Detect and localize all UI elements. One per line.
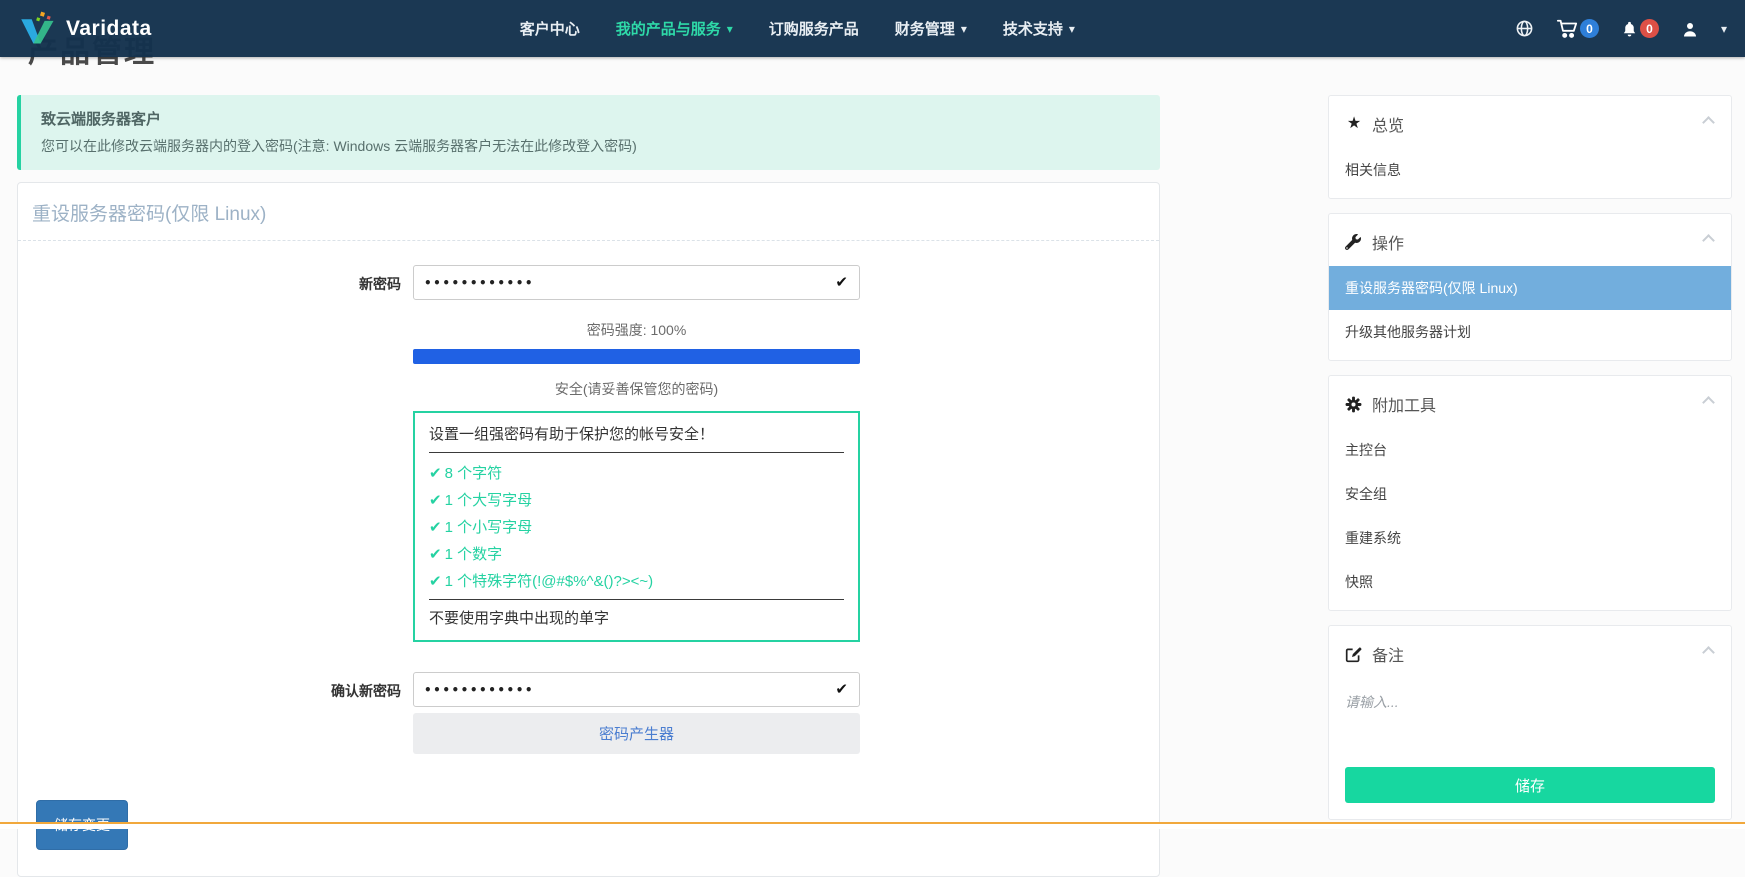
collapse-chevron-up-icon[interactable]: [1702, 396, 1715, 409]
navbar-right: 0 0 ▾: [1515, 18, 1727, 40]
nav-item-support[interactable]: 技术支持 ▾: [1003, 18, 1075, 39]
star-icon: ★: [1345, 116, 1363, 132]
overview-card: ★ 总览 相关信息: [1328, 95, 1732, 199]
edit-pencil-icon: [1345, 646, 1363, 663]
notes-save-button[interactable]: 储存: [1345, 767, 1715, 803]
logo[interactable]: Varidata: [18, 11, 152, 47]
notes-input[interactable]: [1329, 678, 1731, 756]
requirements-intro: 设置一组强密码有助于保护您的帐号安全！: [429, 423, 844, 453]
check-icon: ✔: [429, 487, 442, 514]
sidebar-item-console[interactable]: 主控台: [1329, 428, 1731, 472]
main-menu: 客户中心 我的产品与服务 ▾ 订购服务产品 财务管理 ▾ 技术支持 ▾: [520, 18, 1075, 39]
requirement-item: ✔ 1 个大写字母: [429, 487, 844, 514]
nav-item-client-area[interactable]: 客户中心: [520, 18, 580, 39]
actions-title: 操作: [1372, 230, 1404, 254]
check-icon: ✔: [429, 514, 442, 541]
sidebar-item-upgrade-plan[interactable]: 升级其他服务器计划: [1329, 310, 1731, 354]
notes-title: 备注: [1372, 642, 1404, 666]
new-password-input[interactable]: [413, 265, 860, 300]
nav-item-billing[interactable]: 财务管理 ▾: [895, 18, 967, 39]
password-strength-label: 密码强度: 100%: [413, 320, 860, 340]
varidata-logo-icon: [18, 11, 60, 47]
reset-password-panel: 重设服务器密码(仅限 Linux) 新密码 ✔ 密码强度: 100%: [17, 182, 1160, 877]
requirement-item: ✔ 8 个字符: [429, 460, 844, 487]
valid-check-icon: ✔: [835, 273, 848, 291]
alert-body: 您可以在此修改云端服务器内的登入密码(注意: Windows 云端服务器客户无法…: [41, 136, 1140, 156]
new-password-label: 新密码: [18, 265, 413, 294]
check-icon: ✔: [429, 460, 442, 487]
overview-title: 总览: [1372, 112, 1404, 136]
confirm-password-input[interactable]: [413, 672, 860, 707]
confirm-password-label: 确认新密码: [18, 672, 413, 701]
notifications-button[interactable]: 0: [1621, 19, 1659, 38]
gear-icon: [1345, 396, 1363, 413]
user-icon: [1681, 20, 1699, 38]
notification-count-badge: 0: [1640, 19, 1659, 38]
cart-count-badge: 0: [1580, 19, 1599, 38]
sidebar-item-related-info[interactable]: 相关信息: [1329, 148, 1731, 192]
collapse-chevron-up-icon[interactable]: [1702, 234, 1715, 247]
sidebar-item-security-group[interactable]: 安全组: [1329, 472, 1731, 516]
collapse-chevron-up-icon[interactable]: [1702, 116, 1715, 129]
sidebar-item-reset-password[interactable]: 重设服务器密码(仅限 Linux): [1329, 266, 1731, 310]
password-requirements-box: 设置一组强密码有助于保护您的帐号安全！ ✔ 8 个字符 ✔ 1 个大写字母: [413, 411, 860, 642]
nav-item-my-products[interactable]: 我的产品与服务 ▾: [616, 18, 733, 39]
check-icon: ✔: [429, 568, 442, 595]
footer-divider: [0, 822, 1745, 829]
sidebar-item-snapshot[interactable]: 快照: [1329, 560, 1731, 604]
chevron-down-icon: ▾: [727, 23, 733, 35]
password-generator-button[interactable]: 密码产生器: [413, 713, 860, 754]
requirement-item: ✔ 1 个数字: [429, 541, 844, 568]
nav-item-order-services[interactable]: 订购服务产品: [769, 18, 859, 39]
logo-text: Varidata: [66, 17, 152, 41]
sidebar-item-rebuild-system[interactable]: 重建系统: [1329, 516, 1731, 560]
chevron-down-icon: ▾: [961, 23, 967, 35]
check-icon: ✔: [429, 541, 442, 568]
actions-card: 操作 重设服务器密码(仅限 Linux) 升级其他服务器计划: [1328, 213, 1732, 361]
password-strength-bar: [413, 349, 860, 364]
requirement-item: ✔ 1 个特殊字符(!@#$%^&()?><~): [429, 568, 844, 595]
valid-check-icon: ✔: [835, 680, 848, 698]
cart-button[interactable]: 0: [1556, 18, 1599, 40]
bell-icon: [1621, 20, 1638, 38]
language-globe-icon[interactable]: [1515, 19, 1534, 38]
panel-heading: 重设服务器密码(仅限 Linux): [18, 183, 1159, 241]
password-strength-fill: [413, 349, 860, 364]
collapse-chevron-up-icon[interactable]: [1702, 646, 1715, 659]
account-button[interactable]: [1681, 20, 1699, 38]
requirement-item: ✔ 1 个小写字母: [429, 514, 844, 541]
cart-icon: [1556, 18, 1578, 40]
addon-tools-title: 附加工具: [1372, 392, 1436, 416]
cloud-customer-alert: 致云端服务器客户 您可以在此修改云端服务器内的登入密码(注意: Windows …: [17, 95, 1160, 170]
addon-tools-card: 附加工具 主控台 安全组 重建系统 快照: [1328, 375, 1732, 611]
top-navbar: Varidata 客户中心 我的产品与服务 ▾ 订购服务产品 财务管理 ▾ 技术…: [0, 0, 1745, 57]
chevron-down-icon: ▾: [1069, 23, 1075, 35]
requirements-footer: 不要使用字典中出现的单字: [429, 599, 844, 628]
secure-note: 安全(请妥善保管您的密码): [413, 379, 860, 399]
notes-card: 备注 储存: [1328, 625, 1732, 820]
account-chevron-down-icon[interactable]: ▾: [1721, 22, 1727, 36]
wrench-icon: [1345, 234, 1363, 250]
alert-title: 致云端服务器客户: [41, 108, 1140, 129]
